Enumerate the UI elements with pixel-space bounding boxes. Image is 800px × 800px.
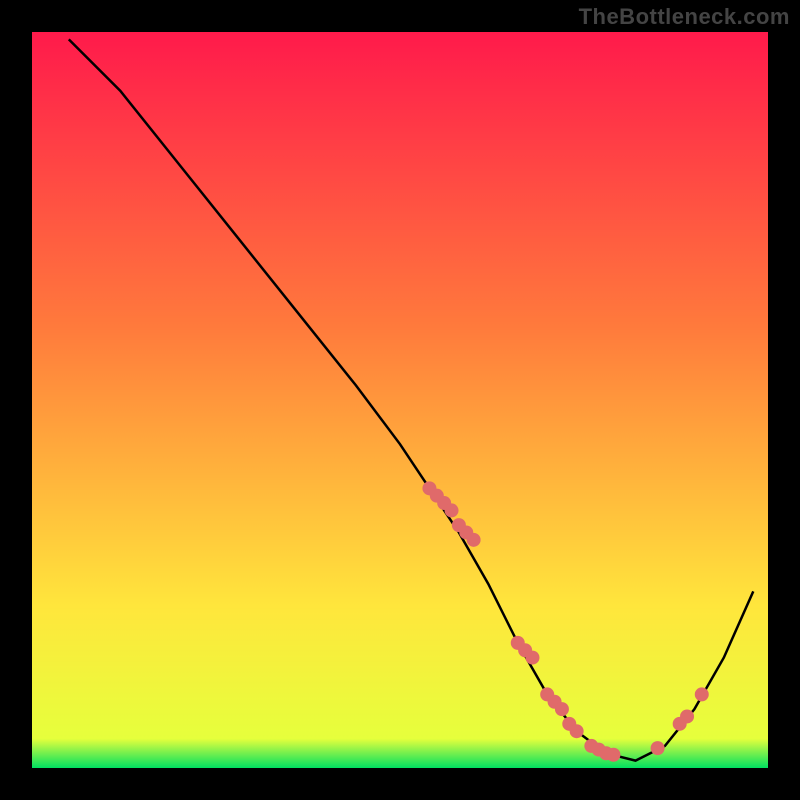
sample-point [525, 651, 539, 665]
sample-point [680, 709, 694, 723]
bottleneck-chart [0, 0, 800, 800]
sample-point [555, 702, 569, 716]
sample-point [570, 724, 584, 738]
plot-background [32, 32, 768, 768]
sample-point [651, 741, 665, 755]
sample-point [695, 687, 709, 701]
sample-point [467, 533, 481, 547]
chart-frame: TheBottleneck.com [0, 0, 800, 800]
sample-point [606, 748, 620, 762]
sample-point [445, 503, 459, 517]
watermark-text: TheBottleneck.com [579, 4, 790, 30]
